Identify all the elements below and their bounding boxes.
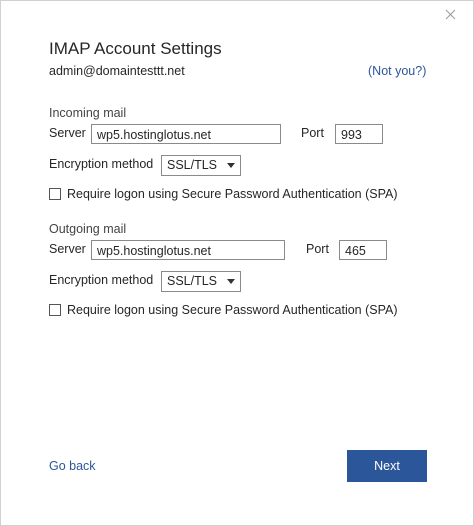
incoming-spa-checkbox[interactable] [49,188,61,200]
outgoing-encryption-select[interactable]: SSL/TLS [161,271,241,292]
incoming-server-input[interactable]: wp5.hostinglotus.net [91,124,281,144]
outgoing-spa-checkbox[interactable] [49,304,61,316]
outgoing-port-label: Port [306,242,329,256]
incoming-encryption-value: SSL/TLS [167,158,218,172]
outgoing-server-label: Server [49,242,86,256]
next-button-label: Next [374,459,400,473]
outgoing-server-input[interactable]: wp5.hostinglotus.net [91,240,285,260]
incoming-encryption-select[interactable]: SSL/TLS [161,155,241,176]
outgoing-encryption-value: SSL/TLS [167,274,218,288]
incoming-mail-heading: Incoming mail [49,106,127,120]
incoming-spa-label: Require logon using Secure Password Auth… [67,187,398,201]
not-you-link[interactable]: (Not you?) [368,64,426,78]
chevron-down-icon [227,163,235,168]
account-email: admin@domaintesttt.net [49,64,185,78]
chevron-down-icon [227,279,235,284]
next-button[interactable]: Next [347,450,427,482]
incoming-server-label: Server [49,126,86,140]
incoming-spa-checkbox-row[interactable]: Require logon using Secure Password Auth… [49,187,398,201]
outgoing-encryption-label: Encryption method [49,273,154,287]
outgoing-mail-heading: Outgoing mail [49,222,127,236]
incoming-port-input[interactable]: 993 [335,124,383,144]
incoming-encryption-label: Encryption method [49,157,154,171]
imap-settings-dialog: IMAP Account Settings admin@domaintesttt… [0,0,474,526]
close-button[interactable] [439,3,461,25]
go-back-link[interactable]: Go back [49,459,96,473]
incoming-port-label: Port [301,126,324,140]
dialog-title: IMAP Account Settings [49,39,222,58]
outgoing-spa-label: Require logon using Secure Password Auth… [67,303,398,317]
outgoing-port-input[interactable]: 465 [339,240,387,260]
outgoing-spa-checkbox-row[interactable]: Require logon using Secure Password Auth… [49,303,398,317]
close-icon [445,9,456,20]
